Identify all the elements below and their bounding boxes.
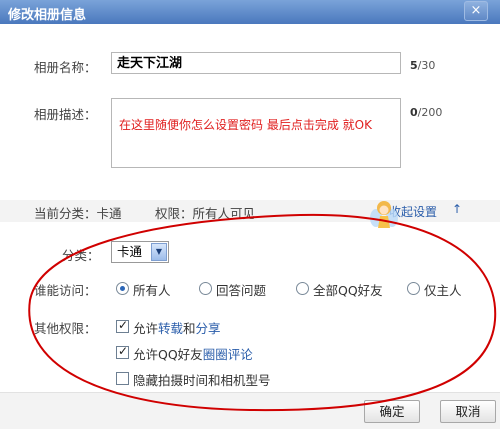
- album-name-label: 相册名称：: [34, 60, 97, 75]
- close-button[interactable]: ×: [464, 1, 488, 21]
- share-link[interactable]: 分享: [196, 321, 221, 336]
- radio-all-qq-friends-label[interactable]: 全部QQ好友: [313, 280, 383, 299]
- radio-everyone-label[interactable]: 所有人: [133, 280, 171, 299]
- album-name-counter: 5/30: [410, 59, 436, 72]
- allow-repost-checkbox[interactable]: [116, 318, 129, 333]
- album-desc-textarea[interactable]: [111, 98, 401, 168]
- allow-comment-label: 允许QQ好友圈圈评论: [133, 347, 253, 362]
- annotation-text: 在这里随便你怎么设置密码 最后点击完成 就OK: [119, 118, 372, 132]
- radio-answer-question-label[interactable]: 回答问题: [216, 280, 266, 299]
- radio-owner-only[interactable]: [407, 282, 420, 295]
- category-select[interactable]: 卡通 ▼: [111, 241, 169, 263]
- footer-bar: [0, 392, 500, 429]
- allow-repost-label: 允许转载和分享: [133, 321, 221, 336]
- chevron-down-icon[interactable]: ▼: [151, 243, 167, 261]
- dialog-title: 修改相册信息: [8, 8, 87, 23]
- radio-all-qq-friends[interactable]: [296, 282, 309, 295]
- allow-comment-checkbox[interactable]: [116, 344, 129, 359]
- current-permission: 权限：所有人可见: [155, 206, 256, 221]
- album-name-input[interactable]: 走天下江湖: [111, 52, 401, 74]
- hide-exif-label: 隐藏拍摄时间和相机型号: [133, 373, 271, 388]
- other-perms-label: 其他权限：: [34, 321, 97, 336]
- repost-link[interactable]: 转载: [158, 321, 183, 336]
- access-label: 谁能访问：: [34, 283, 97, 298]
- ok-button[interactable]: 确定: [364, 400, 420, 423]
- album-desc-counter: 0/200: [410, 106, 443, 119]
- radio-everyone[interactable]: [116, 282, 129, 295]
- radio-answer-question[interactable]: [199, 282, 212, 295]
- cancel-button[interactable]: 取消: [440, 400, 496, 423]
- comment-link[interactable]: 圈圈评论: [203, 347, 253, 362]
- current-category: 当前分类：卡通: [34, 206, 122, 221]
- radio-owner-only-label[interactable]: 仅主人: [424, 280, 462, 299]
- hide-exif-checkbox[interactable]: [116, 372, 129, 385]
- album-desc-label: 相册描述：: [34, 107, 97, 122]
- title-bar: 修改相册信息 ×: [0, 0, 500, 24]
- fairy-mascot-icon: [370, 201, 398, 228]
- category-label: 分类：: [62, 248, 100, 263]
- arrow-up-icon[interactable]: ↑: [452, 202, 462, 216]
